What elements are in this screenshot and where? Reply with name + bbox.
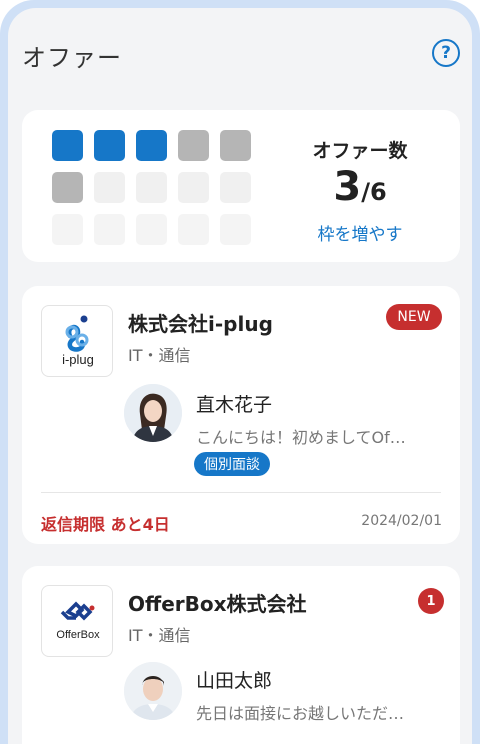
recruiter-photo-icon xyxy=(124,384,182,442)
increase-slots-link[interactable]: 枠を増やす xyxy=(300,220,420,245)
offer-slot-available xyxy=(52,172,83,203)
offer-slot-locked xyxy=(136,214,167,245)
offer-slot-locked xyxy=(52,214,83,245)
recruiter-avatar xyxy=(124,384,182,442)
page-title: オファー xyxy=(22,44,122,72)
offer-date: 2024/02/01 xyxy=(361,513,442,529)
offer-slot-available xyxy=(220,130,251,161)
company-name: 株式会社i-plug xyxy=(128,312,273,336)
unread-count-badge: 1 xyxy=(418,588,444,614)
company-logo: i-plug xyxy=(41,305,113,377)
offer-slot-locked xyxy=(136,172,167,203)
header: オファー ? xyxy=(8,8,472,104)
offerbox-logo-icon: OfferBox xyxy=(56,601,100,641)
svg-text:OfferBox: OfferBox xyxy=(56,629,100,641)
offer-count-total: /6 xyxy=(361,178,387,206)
new-badge: NEW xyxy=(386,304,442,330)
i-plug-logo-icon: i-plug xyxy=(62,315,94,367)
offer-count-current: 3 xyxy=(333,164,362,210)
offer-card[interactable]: i-plug 株式会社i-plug IT・通信 NEW 直木花子 こんにちは！初… xyxy=(22,286,460,544)
interview-tag: 個別面談 xyxy=(194,452,270,476)
offer-slot-locked xyxy=(220,172,251,203)
company-industry: IT・通信 xyxy=(128,626,191,645)
recruiter-name: 山田太郎 xyxy=(196,670,273,692)
device-frame: オファー ? オファー数 3/6 枠を増やす i-plug 株式会社i-plug… xyxy=(0,0,480,744)
offer-card[interactable]: OfferBox OfferBox株式会社 IT・通信 1 山田太郎 先日は面接… xyxy=(22,566,460,744)
card-divider xyxy=(41,492,441,493)
offer-slot-locked xyxy=(94,214,125,245)
offer-slot-locked xyxy=(178,214,209,245)
offer-count-value: 3/6 xyxy=(300,164,420,210)
offer-slot-locked xyxy=(220,214,251,245)
offer-slots-grid xyxy=(52,130,251,245)
message-preview: こんにちは！初めましてOf… xyxy=(196,428,406,447)
help-icon[interactable]: ? xyxy=(432,39,460,67)
offer-slot-filled xyxy=(52,130,83,161)
offer-slot-available xyxy=(178,130,209,161)
company-industry: IT・通信 xyxy=(128,346,191,365)
company-logo: OfferBox xyxy=(41,585,113,657)
app-screen: オファー ? オファー数 3/6 枠を増やす i-plug 株式会社i-plug… xyxy=(8,8,472,744)
offer-slot-locked xyxy=(178,172,209,203)
offer-slot-locked xyxy=(94,172,125,203)
offer-slot-filled xyxy=(136,130,167,161)
svg-text:i-plug: i-plug xyxy=(62,352,94,367)
recruiter-name: 直木花子 xyxy=(196,394,273,416)
recruiter-photo-icon xyxy=(124,662,182,720)
offer-count-card: オファー数 3/6 枠を増やす xyxy=(22,110,460,262)
message-preview: 先日は面接にお越しいただ… xyxy=(196,704,405,723)
company-name: OfferBox株式会社 xyxy=(128,592,307,616)
offer-count-label: オファー数 xyxy=(312,140,408,162)
reply-deadline: 返信期限 あと4日 xyxy=(41,515,170,534)
recruiter-avatar xyxy=(124,662,182,720)
offer-slot-filled xyxy=(94,130,125,161)
